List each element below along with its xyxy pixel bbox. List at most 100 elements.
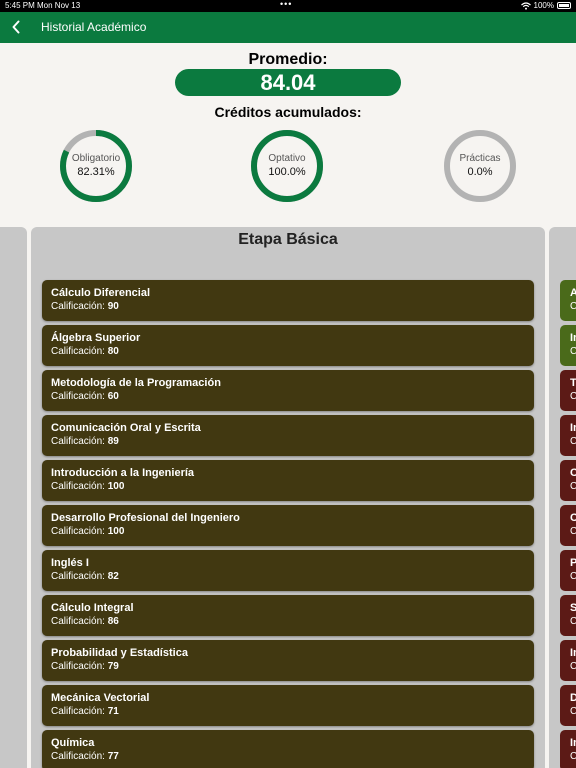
course-grade-fragment: C xyxy=(570,391,576,402)
course-grade-fragment: C xyxy=(570,526,576,537)
next-stage-course-card[interactable]: CC xyxy=(560,460,576,501)
wifi-icon xyxy=(520,1,531,10)
course-grade: Calificación: 77 xyxy=(51,751,119,762)
ring-value: 100.0% xyxy=(268,166,306,178)
course-name: Álgebra Superior xyxy=(51,332,141,344)
grade-prefix: Calificación: xyxy=(51,661,108,672)
next-stage-course-card[interactable]: AC xyxy=(560,280,576,321)
course-name-fragment: In xyxy=(570,647,576,659)
ring-optativo: Optativo 100.0% xyxy=(250,129,324,203)
course-card[interactable]: Probabilidad y Estadística Calificación: … xyxy=(42,640,534,681)
course-grade-fragment: C xyxy=(570,481,576,492)
course-grade: Calificación: 80 xyxy=(51,346,119,357)
next-stage-panel[interactable]: ACInCTCInCCCCCPCSCInCDCInC xyxy=(549,227,576,768)
stage-title: Etapa Básica xyxy=(238,231,338,248)
promedio-value: 84.04 xyxy=(175,69,401,96)
course-grade: Calificación: 82 xyxy=(51,571,119,582)
ring-value: 0.0% xyxy=(467,166,493,178)
grade-value: 100 xyxy=(107,481,125,492)
status-right: 100% xyxy=(520,1,571,10)
previous-stage-panel[interactable] xyxy=(0,227,27,768)
course-card[interactable]: Introducción a la Ingeniería Calificación… xyxy=(42,460,534,501)
grade-value: 80 xyxy=(107,346,119,357)
course-grade: Calificación: 100 xyxy=(51,526,124,537)
grade-value: 71 xyxy=(107,706,119,717)
course-card[interactable]: Metodología de la Programación Calificaci… xyxy=(42,370,534,411)
next-stage-course-card[interactable]: In C xyxy=(560,325,576,366)
next-stage-course-card[interactable]: TC xyxy=(560,370,576,411)
navigation-bar: Historial Académico xyxy=(0,12,576,43)
grade-prefix: Calificación: xyxy=(51,391,108,402)
course-grade-fragment: C xyxy=(570,436,576,447)
course-name-fragment: T xyxy=(570,377,576,389)
multitask-dots-icon[interactable]: ••• xyxy=(280,0,292,9)
course-card[interactable]: Química Calificación: 77 xyxy=(42,730,534,768)
next-stage-course-card[interactable]: DC xyxy=(560,685,576,726)
course-name: Química xyxy=(51,737,95,749)
course-card[interactable]: Desarrollo Profesional del Ingeniero Cali… xyxy=(42,505,534,546)
stage-carousel[interactable]: Etapa Básica Cálculo Diferencial Califica… xyxy=(0,227,576,768)
course-grade-fragment: C xyxy=(570,706,576,717)
ring-label: Prácticas xyxy=(459,153,501,164)
ring-obligatorio: Obligatorio 82.31% xyxy=(59,129,133,203)
grade-value: 60 xyxy=(107,391,119,402)
summary-section: Promedio: 84.04 Créditos acumulados: Obl… xyxy=(0,43,576,227)
course-name-fragment: In xyxy=(570,422,576,434)
grade-prefix: Calificación: xyxy=(51,481,108,492)
chevron-left-icon xyxy=(12,20,20,34)
ring-label: Obligatorio xyxy=(71,153,121,164)
battery-percent: 100% xyxy=(533,1,554,10)
grade-value: 79 xyxy=(107,661,119,672)
course-name: Mecánica Vectorial xyxy=(51,692,150,704)
course-name-fragment: C xyxy=(570,512,576,524)
grade-value: 100 xyxy=(107,526,125,537)
course-card[interactable]: Comunicación Oral y Escrita Calificación:… xyxy=(42,415,534,456)
grade-prefix: Calificación: xyxy=(51,616,108,627)
course-grade-fragment: C xyxy=(570,301,576,312)
next-stage-course-card[interactable]: SC xyxy=(560,595,576,636)
course-grade: Calificación: 71 xyxy=(51,706,119,717)
next-stage-course-card[interactable]: In C xyxy=(560,415,576,456)
course-card[interactable]: Inglés I Calificación: 82 xyxy=(42,550,534,591)
course-grade: Calificación: 90 xyxy=(51,301,119,312)
ring-label: Optativo xyxy=(268,153,306,164)
course-name: Metodología de la Programación xyxy=(51,377,221,389)
grade-prefix: Calificación: xyxy=(51,301,108,312)
course-card[interactable]: Mecánica Vectorial Calificación: 71 xyxy=(42,685,534,726)
ring-practicas: Prácticas 0.0% xyxy=(443,129,517,203)
course-grade-fragment: C xyxy=(570,661,576,672)
course-grade-fragment: C xyxy=(570,751,576,762)
course-name: Comunicación Oral y Escrita xyxy=(51,422,201,434)
course-card[interactable]: Cálculo Integral Calificación: 86 xyxy=(42,595,534,636)
next-stage-course-card[interactable]: In C xyxy=(560,730,576,768)
grade-value: 82 xyxy=(107,571,119,582)
next-stage-course-card[interactable]: CC xyxy=(560,505,576,546)
grade-prefix: Calificación: xyxy=(51,706,108,717)
course-name: Cálculo Integral xyxy=(51,602,134,614)
course-name-fragment: P xyxy=(570,557,576,569)
course-name-fragment: In xyxy=(570,737,576,749)
next-stage-course-card[interactable]: PC xyxy=(560,550,576,591)
course-name: Introducción a la Ingeniería xyxy=(51,467,195,479)
nav-title: Historial Académico xyxy=(41,20,147,34)
course-grade: Calificación: 86 xyxy=(51,616,119,627)
course-name-fragment: A xyxy=(570,287,576,299)
course-name-fragment: D xyxy=(570,692,576,704)
battery-icon xyxy=(557,2,571,9)
course-name-fragment: In xyxy=(570,332,576,344)
course-card[interactable]: Álgebra Superior Calificación: 80 xyxy=(42,325,534,366)
grade-value: 90 xyxy=(107,301,119,312)
grade-prefix: Calificación: xyxy=(51,751,108,762)
next-stage-course-card[interactable]: In C xyxy=(560,640,576,681)
course-name-fragment: S xyxy=(570,602,576,614)
back-button[interactable] xyxy=(6,16,26,38)
course-grade: Calificación: 79 xyxy=(51,661,119,672)
course-card[interactable]: Cálculo Diferencial Calificación: 90 xyxy=(42,280,534,321)
course-grade: Calificación: 60 xyxy=(51,391,119,402)
grade-prefix: Calificación: xyxy=(51,526,108,537)
status-bar: 5:45 PM Mon Nov 13 ••• 100% xyxy=(0,0,576,12)
creditos-label: Créditos acumulados: xyxy=(214,104,362,120)
status-time: 5:45 PM Mon Nov 13 xyxy=(5,1,81,10)
course-name-fragment: C xyxy=(570,467,576,479)
grade-value: 77 xyxy=(107,751,119,762)
